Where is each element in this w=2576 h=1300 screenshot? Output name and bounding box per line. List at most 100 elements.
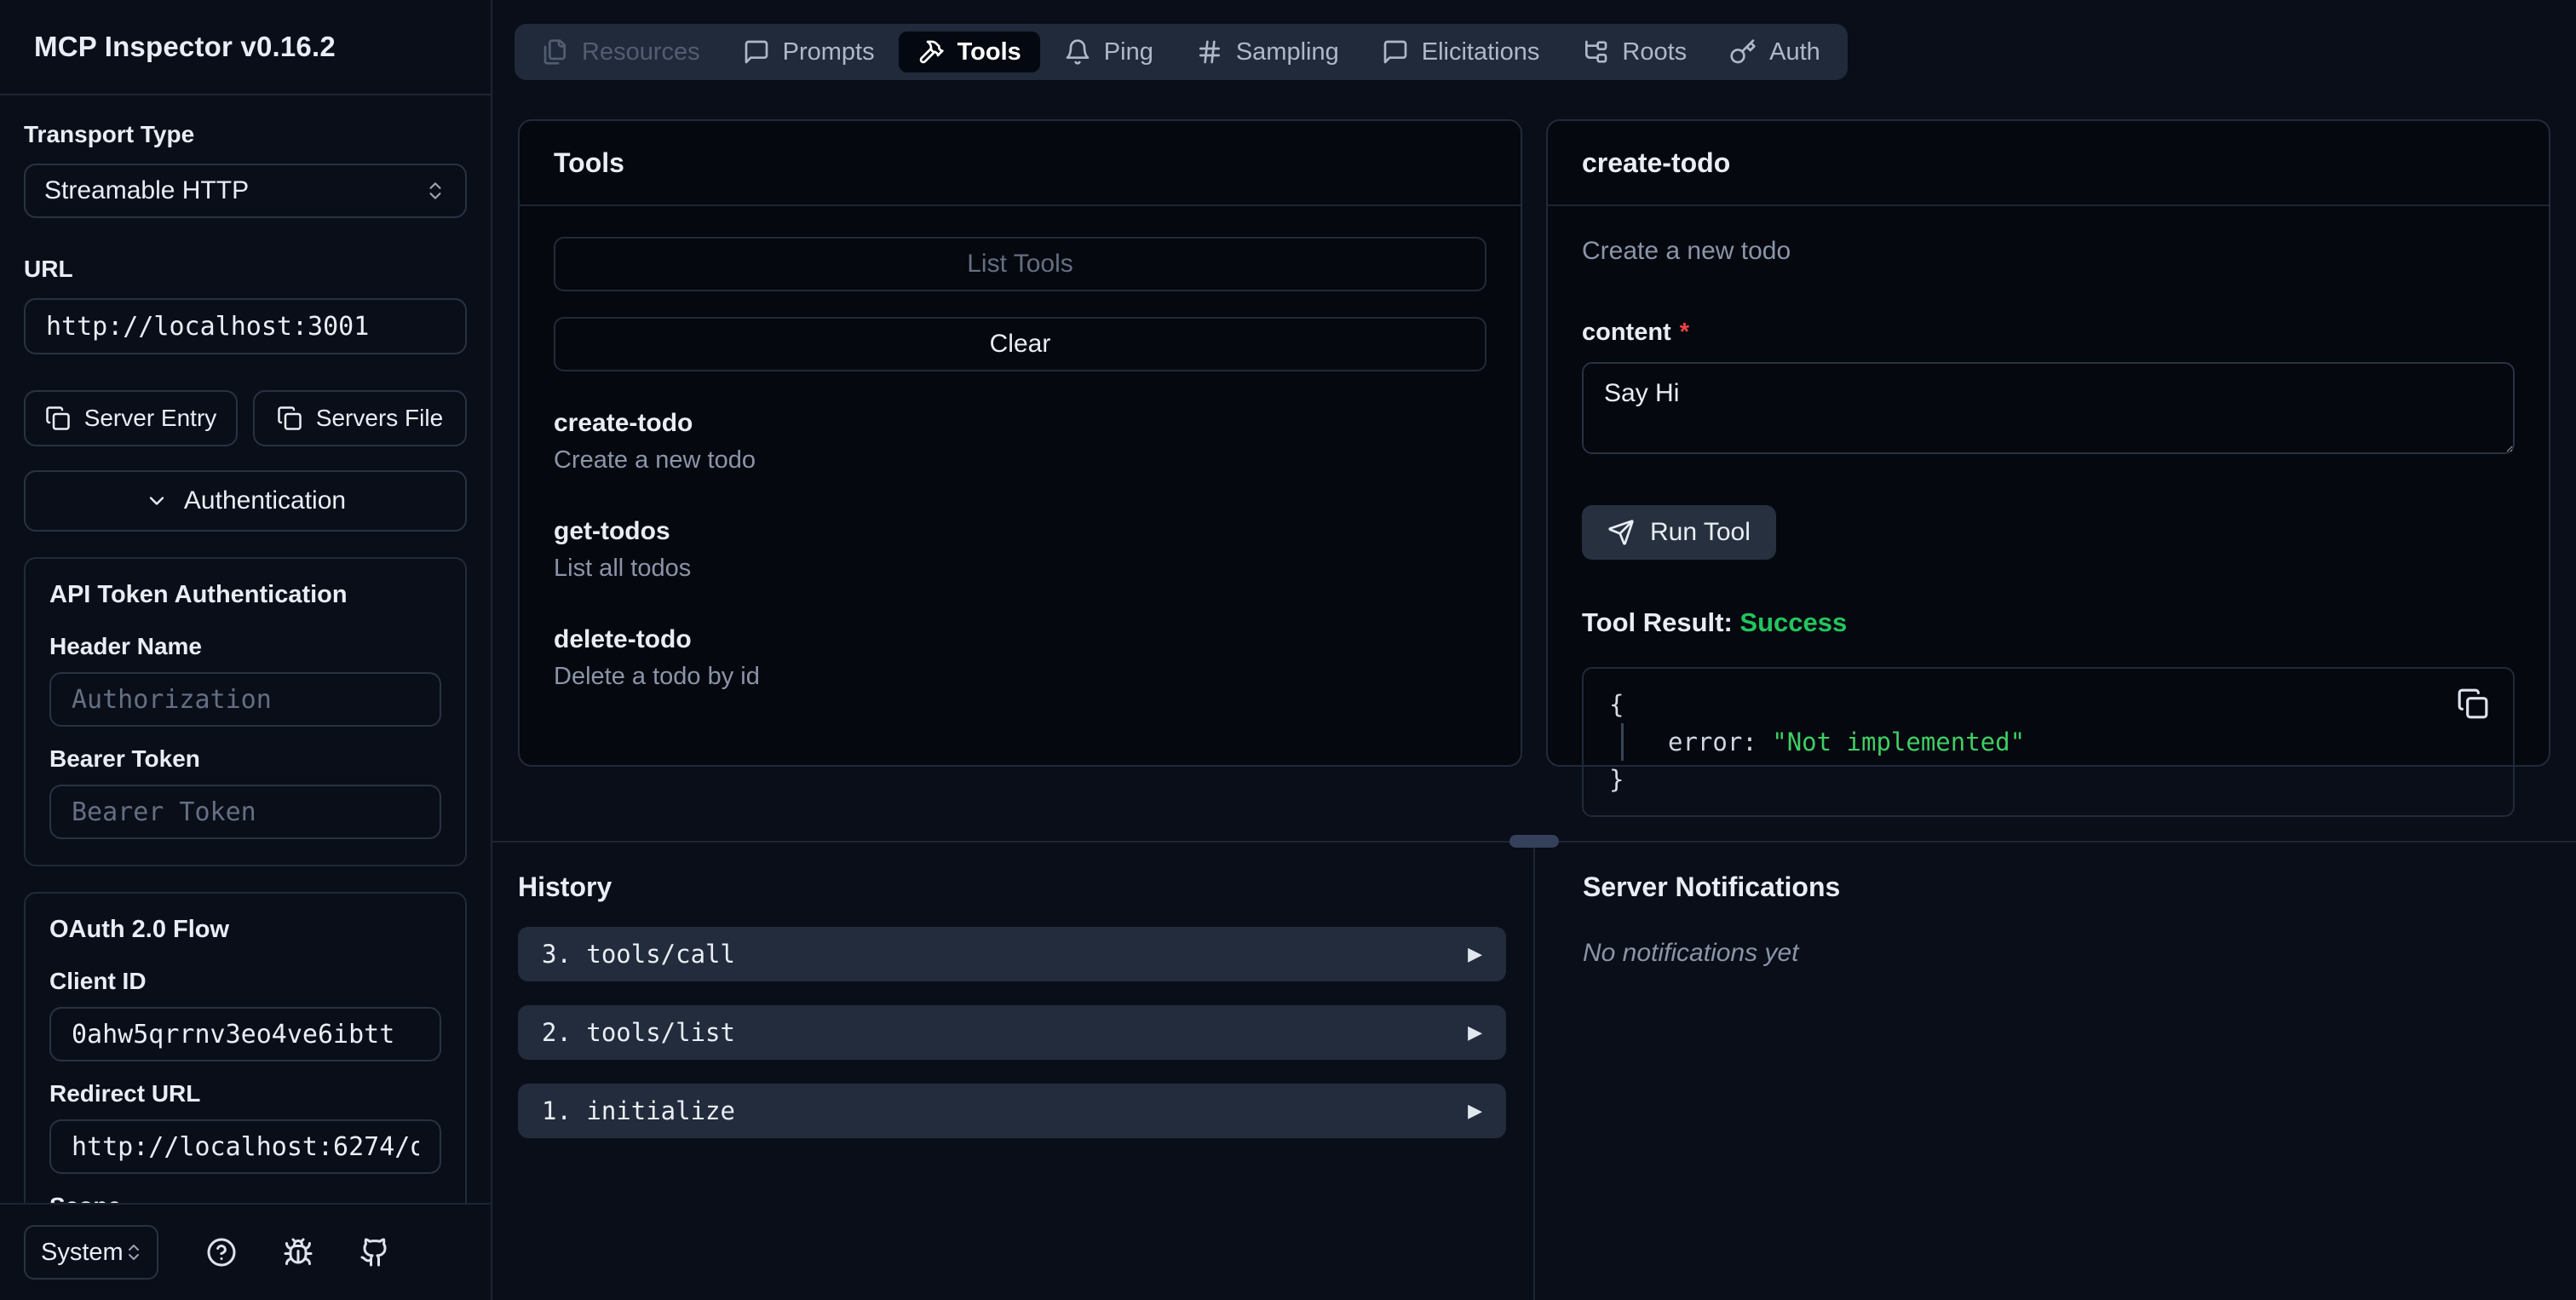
servers-file-label: Servers File (315, 405, 444, 431)
client-id-input[interactable] (49, 1007, 441, 1061)
tab-label: Auth (1769, 37, 1820, 66)
tool-name: delete-todo (554, 625, 692, 653)
authentication-toggle-label: Authentication (183, 486, 347, 515)
server-entry-button[interactable]: Server Entry (24, 390, 238, 446)
github-icon[interactable] (359, 1237, 390, 1268)
client-id-label: Client ID (49, 968, 147, 994)
content-textarea[interactable]: Say Hi (1582, 362, 2515, 454)
list-item[interactable]: create-todo Create a new todo (554, 409, 1486, 475)
history-title: History (518, 871, 612, 902)
servers-file-button[interactable]: Servers File (253, 390, 467, 446)
bottom-section: History 3. tools/call ▶ 2. tools/list ▶ … (492, 835, 2576, 1300)
copy-result-icon[interactable] (2457, 687, 2489, 720)
tab-auth[interactable]: Auth (1711, 32, 1839, 72)
tab-tools[interactable]: Tools (898, 32, 1040, 72)
history-item-label: 1. initialize (542, 1096, 735, 1125)
footer-icons (206, 1237, 390, 1268)
bug-icon[interactable] (283, 1237, 313, 1268)
tab-label: Roots (1622, 37, 1688, 66)
expand-arrow-icon: ▶ (1468, 943, 1482, 965)
tool-description: Create a new todo (554, 446, 756, 474)
run-tool-label: Run Tool (1650, 518, 1751, 546)
top-section: Tools List Tools Clear create-todo Creat… (492, 119, 2576, 817)
list-item[interactable]: delete-todo Delete a todo by id (554, 625, 1486, 691)
tab-label: Ping (1103, 37, 1153, 66)
tab-ping[interactable]: Ping (1045, 32, 1172, 72)
copy-icon (45, 406, 71, 431)
history-item-label: 2. tools/list (542, 1018, 735, 1047)
authentication-toggle[interactable]: Authentication (24, 470, 467, 532)
notifications-empty-text: No notifications yet (1583, 939, 1799, 967)
transport-type-label: Transport Type (24, 121, 195, 147)
transport-type-select[interactable]: Streamable HTTP (24, 164, 467, 218)
redirect-url-input[interactable] (49, 1119, 441, 1174)
chevron-down-icon (145, 489, 169, 513)
tab-label: Resources (582, 37, 700, 66)
clear-button[interactable]: Clear (554, 317, 1486, 371)
help-icon[interactable] (206, 1237, 237, 1268)
json-key: error: (1668, 728, 1757, 756)
status-badge: Success (1739, 607, 1848, 637)
oauth-card: OAuth 2.0 Flow Client ID Redirect URL Sc… (24, 892, 467, 1203)
tool-description: Delete a todo by id (554, 663, 760, 690)
tree-icon (1582, 38, 1609, 66)
api-token-card: API Token Authentication Header Name Bea… (24, 557, 467, 866)
url-input[interactable] (24, 298, 467, 354)
sidebar-footer: System (0, 1203, 491, 1300)
history-item[interactable]: 3. tools/call ▶ (518, 927, 1506, 981)
tools-card-body: List Tools Clear create-todo Create a ne… (520, 206, 1521, 765)
send-icon (1607, 519, 1635, 546)
redirect-url-label: Redirect URL (49, 1080, 201, 1107)
expand-arrow-icon: ▶ (1468, 1100, 1482, 1122)
tab-label: Elicitations (1421, 37, 1540, 66)
hammer-icon (917, 38, 945, 66)
sidebar: MCP Inspector v0.16.2 Transport Type Str… (0, 0, 492, 1300)
sidebar-content: Transport Type Streamable HTTP URL Serve… (0, 95, 491, 1203)
key-icon (1729, 38, 1757, 66)
message-square-icon (743, 38, 770, 66)
tool-detail-card: create-todo Create a new todo content * … (1546, 119, 2550, 817)
server-entry-label: Server Entry (83, 405, 217, 431)
tool-result-label: Tool Result: Success (1582, 607, 2515, 638)
bearer-token-input[interactable] (49, 785, 441, 839)
content-label-text: content (1582, 319, 1671, 346)
tool-detail-body: Create a new todo content * Say Hi Run T… (1548, 206, 2549, 817)
list-tools-button[interactable]: List Tools (554, 237, 1486, 291)
oauth-title: OAuth 2.0 Flow (49, 916, 230, 943)
history-item[interactable]: 1. initialize ▶ (518, 1084, 1506, 1138)
url-label: URL (24, 256, 73, 282)
tool-detail-title: create-todo (1548, 121, 2549, 206)
tab-resources[interactable]: Resources (523, 32, 719, 72)
tab-label: Sampling (1235, 37, 1339, 66)
tool-name: get-todos (554, 517, 670, 545)
result-json-viewer: { error: "Not implemented" } (1582, 667, 2515, 817)
history-item-label: 3. tools/call (542, 940, 735, 969)
list-item[interactable]: get-todos List all todos (554, 517, 1486, 583)
tool-description: List all todos (554, 555, 692, 582)
history-panel: History 3. tools/call ▶ 2. tools/list ▶ … (492, 843, 1535, 1300)
tool-name: create-todo (554, 409, 693, 437)
copy-buttons-row: Server Entry Servers File (24, 390, 467, 446)
tools-card: Tools List Tools Clear create-todo Creat… (518, 119, 1522, 767)
tab-prompts[interactable]: Prompts (724, 32, 894, 72)
tab-label: Prompts (782, 37, 875, 66)
chevrons-up-down-icon (124, 1242, 144, 1263)
hash-icon (1196, 38, 1223, 66)
result-label-text: Tool Result: (1582, 607, 1733, 637)
required-asterisk: * (1679, 319, 1690, 346)
tab-elicitations[interactable]: Elicitations (1363, 32, 1559, 72)
tool-detail-description: Create a new todo (1582, 237, 1791, 265)
chevrons-up-down-icon (424, 180, 446, 202)
resize-handle[interactable] (1509, 835, 1559, 848)
theme-select[interactable]: System (24, 1225, 158, 1280)
message-square-icon (1382, 38, 1409, 66)
tab-roots[interactable]: Roots (1563, 32, 1705, 72)
history-item[interactable]: 2. tools/list ▶ (518, 1005, 1506, 1060)
theme-select-value: System (41, 1238, 124, 1266)
bell-icon (1064, 38, 1091, 66)
content-field-label: content * (1582, 319, 2515, 347)
header-name-input[interactable] (49, 672, 441, 727)
server-notifications-title: Server Notifications (1583, 871, 1841, 902)
run-tool-button[interactable]: Run Tool (1582, 505, 1776, 560)
tab-sampling[interactable]: Sampling (1177, 32, 1358, 72)
